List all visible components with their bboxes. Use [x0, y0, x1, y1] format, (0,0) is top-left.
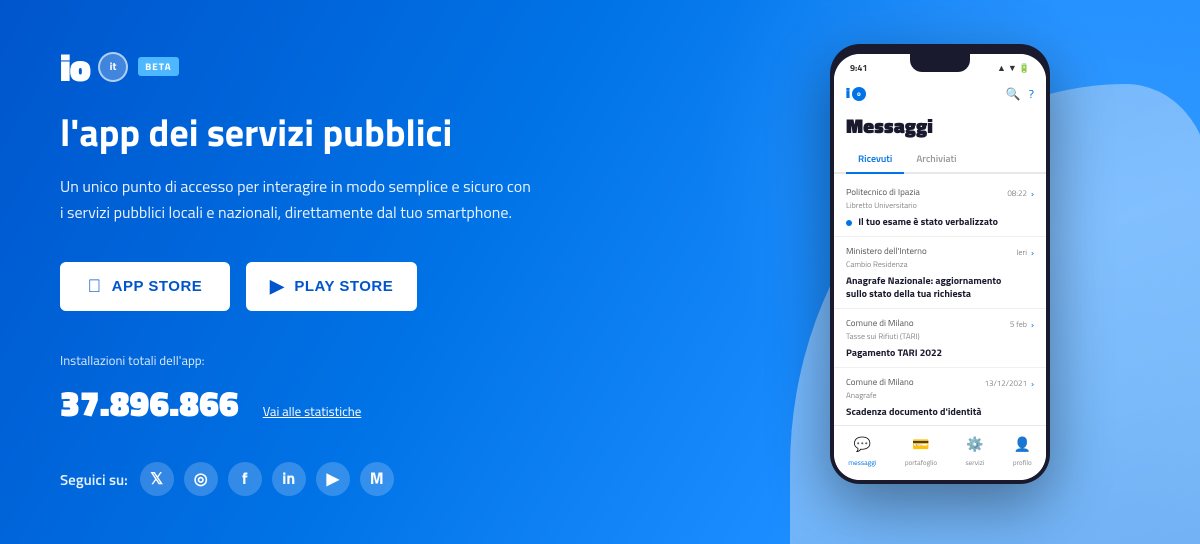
main-title: l'app dei servizi pubblici: [60, 110, 560, 156]
logo-it: it: [98, 52, 128, 82]
nav-servizi-label: servizi: [966, 457, 985, 468]
nav-portafoglio-icon: 💳: [912, 434, 929, 455]
stats-label: Installazioni totali dell'app:: [60, 351, 560, 371]
nav-servizi-icon: ⚙️: [966, 434, 983, 455]
play-icon: ▶: [270, 276, 284, 297]
msg-text-2: Pagamento TARI 2022: [846, 346, 1010, 359]
stats-section: Installazioni totali dell'app: 37.896.86…: [60, 351, 560, 430]
medium-icon[interactable]: M: [360, 462, 394, 496]
msg-time-3: 13/12/2021: [985, 378, 1027, 390]
left-content: io it BETA l'app dei servizi pubblici Un…: [0, 0, 620, 544]
app-store-button[interactable]:  APP STORE: [60, 262, 230, 311]
message-item-2[interactable]: Comune di Milano Tasse sui Rifiuti (TARI…: [834, 309, 1046, 368]
app-header-icons: 🔍 ?: [1006, 84, 1034, 103]
logo-area: io it BETA: [60, 48, 560, 86]
msg-time-2: 5 feb: [1010, 319, 1027, 331]
msg-arrow-3: ›: [1031, 376, 1034, 391]
msg-arrow-2: ›: [1031, 317, 1034, 332]
logo-circle: it: [98, 52, 128, 82]
msg-time-1: Ieri: [1016, 247, 1027, 259]
stats-number: 37.896.866: [60, 375, 239, 430]
msg-sender-3: Comune di Milano: [846, 376, 985, 389]
msg-time-0: 08:22: [1007, 188, 1027, 200]
msg-service-2: Tasse sui Rifiuti (TARI): [846, 331, 1010, 343]
nav-profilo-label: profilo: [1013, 457, 1032, 468]
play-store-button[interactable]: ▶ PLAY STORE: [246, 262, 417, 311]
tab-ricevuti[interactable]: Ricevuti: [846, 145, 904, 174]
msg-service-0: Libretto Universitario: [846, 200, 1007, 212]
phone-notch: [910, 54, 970, 72]
nav-messaggi[interactable]: 💬 messaggi: [848, 434, 876, 468]
phone-container: 9:41 ▲ ▼ 🔋 i o 🔍 ?: [800, 44, 1180, 544]
app-bottom-nav: 💬 messaggi 💳 portafoglio ⚙️ servizi: [834, 425, 1046, 480]
message-item-0[interactable]: Politecnico di Ipazia Libretto Universit…: [834, 178, 1046, 237]
phone-mockup: 9:41 ▲ ▼ 🔋 i o 🔍 ?: [830, 44, 1050, 484]
social-label: Seguici su:: [60, 468, 128, 491]
nav-portafoglio-label: portafoglio: [905, 457, 937, 468]
help-icon[interactable]: ?: [1029, 84, 1034, 103]
app-logo-small: i o: [846, 83, 866, 104]
linkedin-icon[interactable]: in: [272, 462, 306, 496]
apple-icon: : [88, 276, 102, 297]
app-tabs: Ricevuti Archiviati: [834, 145, 1046, 174]
msg-arrow-0: ›: [1031, 186, 1034, 201]
message-item-1[interactable]: Ministero dell'Interno Cambio Residenza …: [834, 237, 1046, 309]
msg-sender-2: Comune di Milano: [846, 317, 1010, 330]
search-icon[interactable]: 🔍: [1006, 84, 1021, 103]
app-header: i o 🔍 ?: [834, 79, 1046, 104]
social-section: Seguici su: 𝕏 ◎ f in ▶ M: [60, 462, 560, 496]
app-title: Messaggi: [834, 104, 1046, 145]
msg-text-0: Il tuo esame è stato verbalizzato: [846, 215, 1007, 228]
stats-row: 37.896.866 Vai alle statistiche: [60, 375, 560, 430]
social-icons: 𝕏 ◎ f in ▶ M: [140, 462, 394, 496]
msg-text-1: Anagrafe Nazionale: aggiornamento sullo …: [846, 274, 1016, 300]
subtitle: Un unico punto di accesso per interagire…: [60, 175, 560, 226]
msg-sender-1: Ministero dell'Interno: [846, 245, 1016, 258]
unread-dot-0: [846, 220, 852, 226]
app-logo-i: i: [846, 83, 850, 104]
nav-messaggi-icon: 💬: [854, 434, 871, 455]
status-icons: ▲ ▼ 🔋: [997, 62, 1030, 75]
nav-portafoglio[interactable]: 💳 portafoglio: [905, 434, 937, 468]
logo-io: io: [60, 48, 90, 86]
phone-screen: 9:41 ▲ ▼ 🔋 i o 🔍 ?: [834, 54, 1046, 480]
twitter-icon[interactable]: 𝕏: [140, 462, 174, 496]
store-buttons:  APP STORE ▶ PLAY STORE: [60, 262, 560, 311]
nav-profilo[interactable]: 👤 profilo: [1013, 434, 1032, 468]
tab-archiviati[interactable]: Archiviati: [904, 145, 968, 174]
msg-service-1: Cambio Residenza: [846, 259, 1016, 271]
beta-badge: BETA: [138, 57, 179, 76]
message-item-3[interactable]: Comune di Milano Anagrafe Scadenza docum…: [834, 368, 1046, 427]
msg-arrow-1: ›: [1031, 245, 1034, 260]
right-content: 9:41 ▲ ▼ 🔋 i o 🔍 ?: [620, 0, 1200, 544]
nav-messaggi-label: messaggi: [848, 457, 876, 468]
nav-servizi[interactable]: ⚙️ servizi: [966, 434, 985, 468]
facebook-icon[interactable]: f: [228, 462, 262, 496]
messages-list: Politecnico di Ipazia Libretto Universit…: [834, 178, 1046, 427]
stats-link[interactable]: Vai alle statistiche: [263, 402, 362, 422]
hero-section: io it BETA l'app dei servizi pubblici Un…: [0, 0, 1200, 544]
nav-profilo-icon: 👤: [1014, 434, 1031, 455]
status-time: 9:41: [850, 62, 867, 75]
msg-text-3: Scadenza documento d'identità: [846, 405, 985, 418]
instagram-icon[interactable]: ◎: [184, 462, 218, 496]
app-logo-circle: o: [852, 87, 866, 101]
msg-sender-0: Politecnico di Ipazia: [846, 186, 1007, 199]
msg-service-3: Anagrafe: [846, 390, 985, 402]
youtube-icon[interactable]: ▶: [316, 462, 350, 496]
